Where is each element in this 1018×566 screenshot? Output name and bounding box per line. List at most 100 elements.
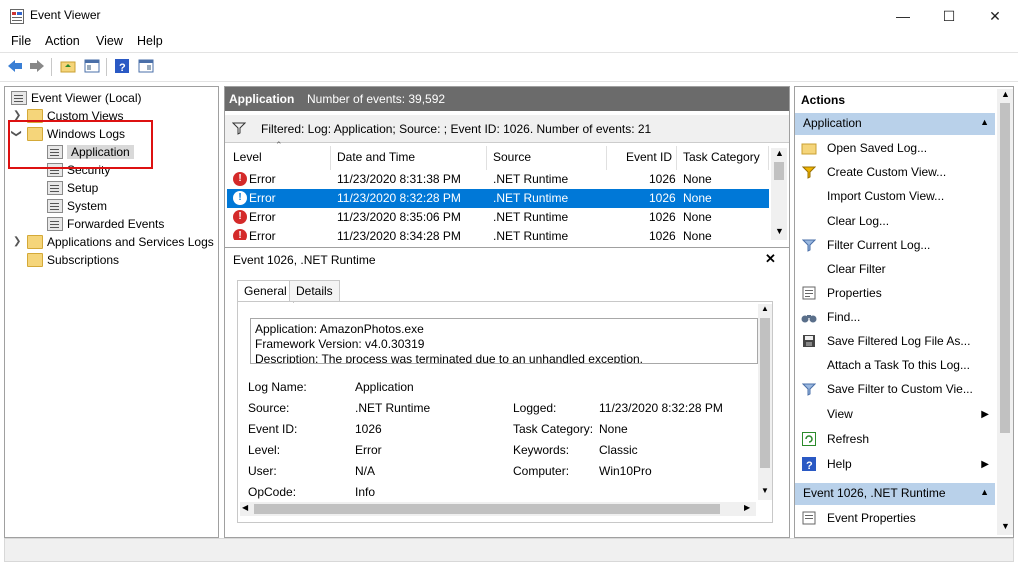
- up-folder-button[interactable]: [58, 57, 78, 77]
- action-save-filtered-log[interactable]: Save Filtered Log File As...: [801, 331, 970, 351]
- detail-horizontal-scrollbar[interactable]: ◀ ▶: [240, 502, 756, 516]
- close-detail-icon[interactable]: ✕: [765, 251, 776, 267]
- action-find[interactable]: Find...: [801, 307, 860, 327]
- menu-file[interactable]: File: [11, 34, 31, 48]
- actions-section-application[interactable]: Application ▲: [795, 113, 995, 135]
- action-clear-filter[interactable]: Clear Filter: [801, 259, 886, 279]
- scroll-left-icon[interactable]: ◀: [242, 503, 248, 512]
- action-create-custom-view[interactable]: Create Custom View...: [801, 162, 946, 182]
- action-label: Create Custom View...: [827, 165, 947, 179]
- action-event-properties[interactable]: Event Properties: [801, 508, 916, 528]
- scroll-down-icon[interactable]: ▼: [761, 486, 769, 495]
- column-header-date[interactable]: Date and Time: [331, 146, 487, 170]
- close-button[interactable]: ✕: [972, 0, 1018, 32]
- action-label: Attach a Task To this Log...: [827, 358, 970, 372]
- field-value-computer: Win10Pro: [599, 464, 652, 478]
- minimize-button[interactable]: —: [880, 0, 926, 32]
- expand-chevron-icon[interactable]: ❯: [13, 236, 21, 247]
- action-view-submenu[interactable]: View ▶: [801, 404, 989, 424]
- folder-icon: [27, 235, 43, 249]
- action-refresh[interactable]: Refresh: [801, 429, 869, 449]
- menu-action[interactable]: Action: [45, 34, 80, 48]
- tree-item-label: Forwarded Events: [67, 217, 165, 231]
- help-icon: ?: [114, 58, 130, 77]
- cell-source: .NET Runtime: [493, 229, 569, 240]
- table-row[interactable]: ! Error 11/23/2020 8:34:28 PM .NET Runti…: [227, 227, 769, 240]
- event-viewer-icon: [11, 91, 27, 105]
- cell-event-id: 1026: [649, 210, 676, 224]
- action-import-custom-view[interactable]: Import Custom View...: [801, 186, 944, 206]
- tree-item-forwarded-events[interactable]: Forwarded Events: [47, 215, 164, 233]
- action-filter-current-log[interactable]: Filter Current Log...: [801, 235, 930, 255]
- action-clear-log[interactable]: Clear Log...: [801, 211, 889, 231]
- center-pane: Application Number of events: 39,592 Fil…: [224, 86, 790, 538]
- actions-scrollbar[interactable]: ▲ ▼: [997, 89, 1013, 535]
- log-icon: [47, 217, 63, 231]
- scroll-thumb[interactable]: [1000, 103, 1010, 433]
- tree-item-apps-services-logs[interactable]: Applications and Services Logs: [27, 233, 214, 251]
- folder-up-icon: [60, 59, 76, 76]
- scroll-up-icon[interactable]: ▲: [761, 304, 769, 313]
- collapse-arrow-icon[interactable]: ▲: [980, 117, 989, 127]
- detail-vertical-scrollbar[interactable]: ▲ ▼: [758, 304, 772, 500]
- scroll-thumb[interactable]: [760, 318, 770, 468]
- scroll-thumb[interactable]: [254, 504, 720, 514]
- forward-button[interactable]: [27, 57, 47, 77]
- maximize-button[interactable]: ☐: [926, 0, 972, 32]
- menu-view[interactable]: View: [96, 34, 123, 48]
- maximize-icon: ☐: [942, 7, 956, 24]
- field-value-task-category: None: [599, 422, 628, 436]
- column-label: Date and Time: [337, 150, 416, 164]
- column-header-task-category[interactable]: Task Category: [677, 146, 769, 170]
- action-help-submenu[interactable]: ? Help ▶: [801, 454, 989, 474]
- toolbar: ?: [0, 52, 1018, 82]
- table-row[interactable]: ! Error 11/23/2020 8:31:38 PM .NET Runti…: [227, 170, 769, 189]
- cell-event-id: 1026: [649, 229, 676, 240]
- scroll-up-icon[interactable]: ▲: [1001, 89, 1010, 99]
- cell-date: 11/23/2020 8:35:06 PM: [337, 210, 461, 224]
- tab-details[interactable]: Details: [289, 280, 340, 302]
- scroll-down-icon[interactable]: ▼: [1001, 521, 1010, 531]
- tree-item-subscriptions[interactable]: Subscriptions: [27, 251, 119, 269]
- field-value-event-id: 1026: [355, 422, 382, 436]
- grid-scrollbar[interactable]: ▲ ▼: [771, 148, 787, 240]
- menu-bar: File Action View Help: [0, 32, 1018, 52]
- svg-text:?: ?: [119, 62, 126, 74]
- help-button[interactable]: ?: [112, 57, 132, 77]
- action-open-saved-log[interactable]: Open Saved Log...: [801, 138, 927, 158]
- action-attach-task[interactable]: Attach a Task To this Log...: [801, 355, 970, 375]
- field-label-computer: Computer:: [513, 464, 570, 478]
- collapse-arrow-icon[interactable]: ▲: [980, 487, 989, 497]
- tree-root[interactable]: Event Viewer (Local): [11, 89, 142, 107]
- column-label: Source: [493, 150, 532, 164]
- blank-icon: [801, 406, 817, 422]
- scroll-thumb[interactable]: [774, 162, 784, 180]
- menu-help[interactable]: Help: [137, 34, 163, 48]
- scroll-down-icon[interactable]: ▼: [775, 226, 784, 236]
- action-save-filter-custom-view[interactable]: Save Filter to Custom Vie...: [801, 379, 973, 399]
- scroll-right-icon[interactable]: ▶: [744, 503, 750, 512]
- field-value-source: .NET Runtime: [355, 401, 431, 415]
- tree-item-system[interactable]: System: [47, 197, 107, 215]
- show-hide-tree-button[interactable]: [82, 57, 102, 77]
- table-row[interactable]: ! Error 11/23/2020 8:35:06 PM .NET Runti…: [227, 208, 769, 227]
- table-row-selected[interactable]: ! Error 11/23/2020 8:32:28 PM .NET Runti…: [226, 188, 770, 209]
- cell-event-id: 1026: [649, 191, 676, 205]
- tree-item-label: Setup: [67, 181, 99, 195]
- action-properties[interactable]: Properties: [801, 283, 882, 303]
- event-description[interactable]: Application: AmazonPhotos.exe Framework …: [250, 318, 758, 364]
- show-hide-action-pane-button[interactable]: [136, 57, 156, 77]
- tab-general[interactable]: General: [237, 280, 294, 303]
- action-label: Properties: [827, 286, 882, 300]
- title-bar: Event Viewer — ☐ ✕: [0, 0, 1018, 32]
- back-button[interactable]: [5, 57, 25, 77]
- field-value-opcode: Info: [355, 485, 376, 499]
- column-header-event-id[interactable]: Event ID: [607, 146, 677, 170]
- actions-section-event[interactable]: Event 1026, .NET Runtime ▲: [795, 483, 995, 505]
- tab-label: General: [244, 284, 287, 298]
- scroll-up-icon[interactable]: ▲: [775, 148, 784, 158]
- action-label: Find...: [827, 310, 861, 324]
- field-label-user: User:: [248, 464, 277, 478]
- tree-item-setup[interactable]: Setup: [47, 179, 98, 197]
- column-header-source[interactable]: Source: [487, 146, 607, 170]
